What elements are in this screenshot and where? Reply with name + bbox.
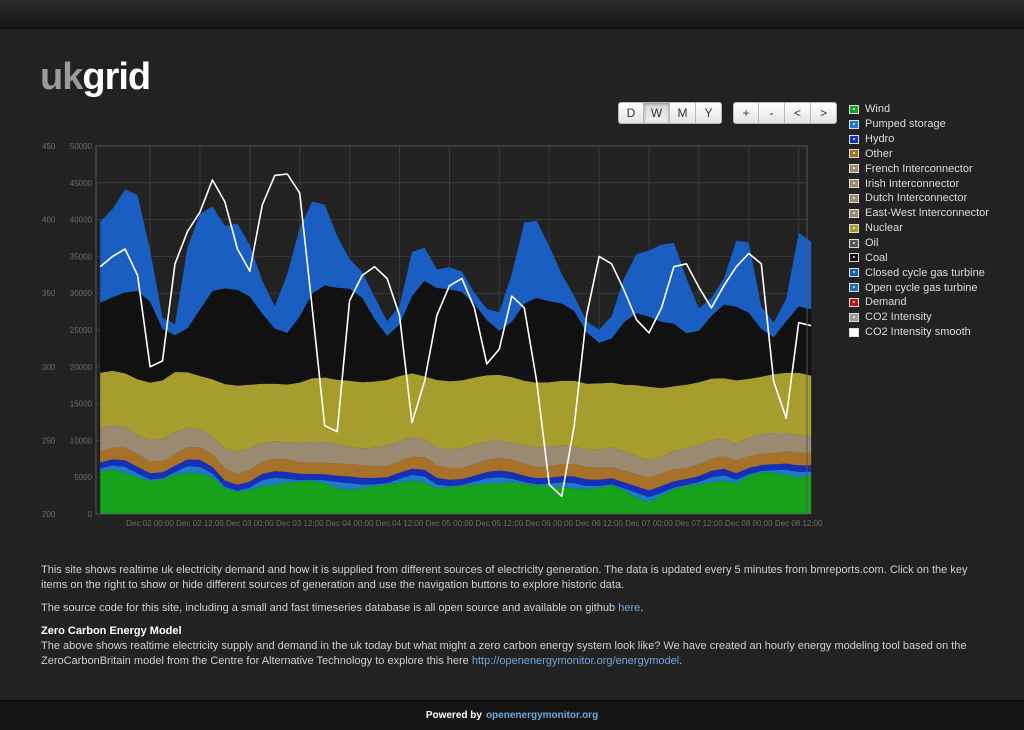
x-tick-label: Dec 07 00:00	[625, 519, 673, 528]
legend-item-other[interactable]: Other	[849, 147, 989, 162]
legend-item-demand[interactable]: Demand	[849, 295, 989, 310]
y-tick-label: 5000	[74, 473, 92, 482]
model-paragraph: The above shows realtime electricity sup…	[41, 639, 986, 669]
section-heading: Zero Carbon Energy Model	[41, 625, 182, 637]
y-tick-label: 10000	[70, 436, 93, 445]
legend-label: CO2 Intensity	[865, 311, 932, 324]
legend-swatch	[849, 149, 859, 159]
model-text-end: .	[679, 655, 683, 667]
x-tick-label: Dec 03 12:00	[276, 519, 324, 528]
co2-tick-label: 450	[42, 142, 56, 151]
legend-swatch	[849, 327, 859, 337]
legend-swatch	[849, 104, 859, 114]
legend-label: Nuclear	[865, 222, 903, 235]
legend-swatch	[849, 297, 859, 307]
github-link[interactable]: here	[618, 602, 640, 614]
x-tick-label: Dec 06 12:00	[575, 519, 623, 528]
y-tick-label: 35000	[70, 252, 93, 261]
x-tick-label: Dec 03 00:00	[226, 519, 274, 528]
legend-swatch	[849, 312, 859, 322]
footer-powered-by: Powered by	[425, 710, 482, 721]
legend-label: Closed cycle gas turbine	[865, 266, 985, 279]
x-tick-label: Dec 04 12:00	[376, 519, 424, 528]
legend-label: Demand	[865, 296, 907, 309]
footer: Powered by openenergymonitor.org	[0, 700, 1024, 730]
co2-tick-label: 400	[42, 216, 56, 225]
page-content: This site shows realtime uk electricity …	[41, 563, 986, 677]
legend-item-wind[interactable]: Wind	[849, 102, 989, 117]
legend-swatch	[849, 119, 859, 129]
x-tick-label: Dec 06 00:00	[525, 519, 573, 528]
legend-label: Dutch Interconnector	[865, 192, 968, 205]
co2-tick-label: 300	[42, 363, 56, 372]
x-tick-label: Dec 08 00:00	[725, 519, 773, 528]
y-tick-label: 25000	[70, 326, 93, 335]
legend-item-nuclear[interactable]: Nuclear	[849, 221, 989, 236]
legend-label: Irish Interconnector	[865, 177, 960, 190]
legend-label: East-West Interconnector	[865, 207, 989, 220]
y-tick-label: 50000	[70, 142, 93, 151]
legend-swatch	[849, 238, 859, 248]
legend-swatch	[849, 253, 859, 263]
x-tick-label: Dec 02 00:00	[126, 519, 174, 528]
legend-label: Pumped storage	[865, 118, 946, 131]
energy-model-link[interactable]: http://openenergymonitor.org/energymodel	[472, 655, 679, 667]
chart-areas	[100, 189, 812, 514]
y-tick-label: 30000	[70, 289, 93, 298]
x-tick-label: Dec 02 12:00	[176, 519, 224, 528]
legend-swatch	[849, 268, 859, 278]
legend-item-co2-intensity-smooth[interactable]: CO2 Intensity smooth	[849, 325, 989, 340]
legend-item-hydro[interactable]: Hydro	[849, 132, 989, 147]
source-text: The source code for this site, including…	[41, 602, 619, 614]
x-tick-label: Dec 05 00:00	[426, 519, 474, 528]
legend-swatch	[849, 208, 859, 218]
footer-link[interactable]: openenergymonitor.org	[486, 710, 598, 721]
source-text-end: .	[640, 602, 644, 614]
source-paragraph: The source code for this site, including…	[41, 601, 986, 616]
legend-item-ccgt[interactable]: Closed cycle gas turbine	[849, 265, 989, 280]
legend-label: Wind	[865, 103, 891, 116]
x-tick-label: Dec 07 12:00	[675, 519, 723, 528]
legend-label: Hydro	[865, 133, 895, 146]
legend-item-french-interconnector[interactable]: French Interconnector	[849, 161, 989, 176]
legend-label: CO2 Intensity smooth	[865, 326, 971, 339]
y-tick-label: 0	[88, 510, 93, 519]
legend-label: Oil	[865, 237, 879, 250]
legend-item-dutch-interconnector[interactable]: Dutch Interconnector	[849, 191, 989, 206]
legend-item-coal[interactable]: Coal	[849, 250, 989, 265]
legend-label: French Interconnector	[865, 162, 973, 175]
legend-item-pumped-storage[interactable]: Pumped storage	[849, 117, 989, 132]
co2-tick-label: 200	[42, 510, 56, 519]
y-tick-label: 45000	[70, 179, 93, 188]
legend-item-co2-intensity[interactable]: CO2 Intensity	[849, 310, 989, 325]
legend-item-oil[interactable]: Oil	[849, 236, 989, 251]
legend-label: Open cycle gas turbine	[865, 281, 978, 294]
legend-item-ocgt[interactable]: Open cycle gas turbine	[849, 280, 989, 295]
legend-swatch	[849, 164, 859, 174]
legend-swatch	[849, 179, 859, 189]
x-tick-label: Dec 08 12:00	[775, 519, 823, 528]
y-tick-label: 20000	[70, 363, 93, 372]
legend-label: Other	[865, 147, 893, 160]
y-tick-label: 15000	[70, 400, 93, 409]
legend-swatch	[849, 134, 859, 144]
legend-swatch	[849, 283, 859, 293]
co2-tick-label: 250	[42, 436, 56, 445]
intro-paragraph: This site shows realtime uk electricity …	[41, 564, 968, 591]
x-tick-label: Dec 04 00:00	[326, 519, 374, 528]
legend-swatch	[849, 193, 859, 203]
co2-tick-label: 350	[42, 289, 56, 298]
x-tick-label: Dec 05 12:00	[476, 519, 524, 528]
legend-item-east-west-interconnector[interactable]: East-West Interconnector	[849, 206, 989, 221]
y-tick-label: 40000	[70, 216, 93, 225]
legend-swatch	[849, 223, 859, 233]
legend-label: Coal	[865, 251, 888, 264]
chart-legend: Wind Pumped storage Hydro Other French I…	[849, 102, 989, 340]
legend-item-irish-interconnector[interactable]: Irish Interconnector	[849, 176, 989, 191]
